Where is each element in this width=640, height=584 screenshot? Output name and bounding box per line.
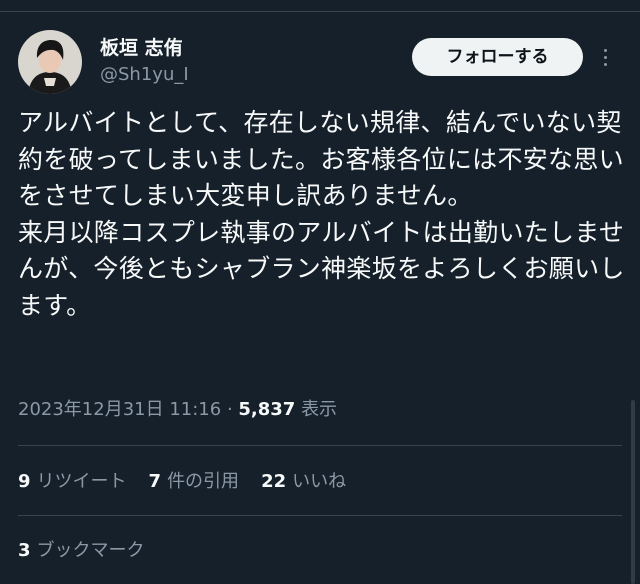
quotes-stat[interactable]: 7 件の引用 (149, 470, 240, 494)
author-handle[interactable]: @Sh1yu_I (100, 64, 189, 86)
retweets-label: リツイート (36, 471, 127, 492)
more-dot (603, 55, 607, 59)
more-dot (603, 62, 607, 66)
top-divider (0, 0, 640, 12)
bookmarks-count: 3 (18, 540, 31, 561)
follow-button[interactable]: フォローする (412, 38, 583, 76)
divider (18, 445, 622, 446)
more-dot (603, 48, 607, 52)
meta-separator: · (221, 399, 239, 420)
avatar-image (18, 30, 82, 94)
likes-label: いいね (292, 471, 347, 492)
tweet-meta: 2023年12月31日 11:16 · 5,837 表示 (18, 398, 337, 422)
author-display-name[interactable]: 板垣 志侑 (100, 36, 183, 60)
quotes-label: 件の引用 (167, 471, 240, 492)
bookmarks-stat[interactable]: 3 ブックマーク (18, 539, 145, 563)
views-count: 5,837 (238, 399, 296, 420)
quotes-count: 7 (148, 471, 162, 492)
scrollbar[interactable] (631, 400, 635, 584)
likes-count: 22 (261, 471, 287, 492)
divider (18, 515, 622, 516)
avatar[interactable] (18, 30, 82, 94)
tweet-text: アルバイトとして、存在しない規律、結んでいない契約を破ってしまいました。お客様各… (18, 108, 625, 320)
retweets-count: 9 (18, 471, 31, 492)
engagement-stats: 9 リツイート 7 件の引用 22 いいね (18, 470, 368, 494)
tweet-timestamp[interactable]: 2023年12月31日 11:16 (18, 399, 221, 420)
tweet-detail: 板垣 志侑 @Sh1yu_I フォローする アルバイトとして、存在しない規律、結… (0, 0, 640, 584)
likes-stat[interactable]: 22 いいね (261, 470, 346, 494)
bookmarks-label: ブックマーク (36, 540, 145, 561)
retweets-stat[interactable]: 9 リツイート (18, 470, 127, 494)
more-options-icon[interactable] (597, 42, 613, 72)
views-label: 表示 (301, 399, 338, 420)
